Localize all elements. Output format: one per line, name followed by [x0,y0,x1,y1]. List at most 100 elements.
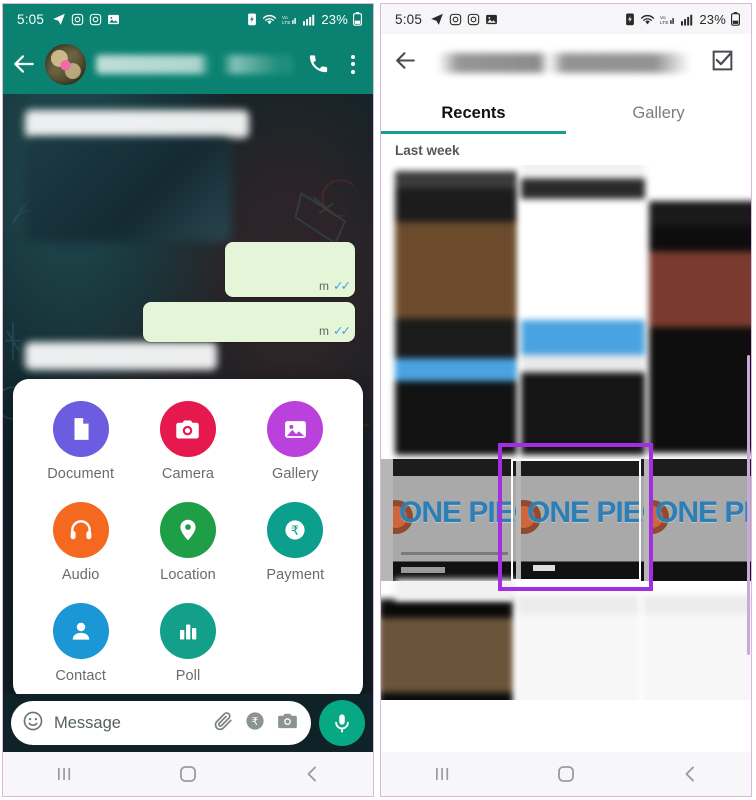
battery-icon [353,12,362,26]
gallery-row-one-piece: ONE PIECE ONE PIECE ONE PIECE [381,459,751,581]
chat-contact-name[interactable] [96,54,293,74]
photos-icon [485,13,498,26]
instagram-icon [71,13,84,26]
voice-record-button[interactable] [319,700,365,746]
svg-text:LTE: LTE [282,19,291,24]
camera-icon[interactable] [276,709,299,737]
gallery-icon[interactable] [267,401,324,457]
attachment-item-audio[interactable]: Audio [27,502,134,583]
instagram-icon [467,13,480,26]
telegram-icon [52,12,66,26]
attachment-label: Payment [266,567,325,583]
message-bubble[interactable]: m ✓✓ [143,302,355,342]
attachment-item-poll[interactable]: Poll [134,603,241,684]
battery-percent-label: 23% [699,11,726,27]
document-icon[interactable] [52,401,109,457]
gallery-thumbnail[interactable] [381,599,513,700]
redacted-message-block [25,110,249,138]
message-input-placeholder[interactable]: Message [54,714,202,733]
instagram-icon [449,13,462,26]
attachment-item-payment[interactable]: ₹ Payment [242,502,349,583]
recents-nav-icon[interactable] [432,764,452,784]
tab-active-indicator [381,131,566,134]
gallery-thumbnail[interactable]: ONE PIECE [393,459,516,581]
gallery-thumbnail[interactable] [521,165,645,455]
read-receipt-icon: ✓✓ [333,324,351,338]
left-status-bar: 5:05 Vo LTE 23% [3,4,373,34]
headphones-icon[interactable] [52,502,109,558]
person-icon[interactable] [52,603,109,659]
location-pin-icon[interactable] [159,502,216,558]
tab-gallery[interactable]: Gallery [566,92,751,134]
message-bubble[interactable]: m ✓✓ [225,242,355,297]
tab-recents[interactable]: Recents [381,92,566,134]
redacted-media-block [25,138,231,242]
status-bar-clock: 5:05 [395,11,423,27]
more-options-icon[interactable] [343,54,363,74]
gallery-thumbnail[interactable] [395,171,517,455]
telegram-icon [430,12,444,26]
status-bar-left: 5:05 [395,12,498,27]
emoji-icon[interactable] [22,710,44,737]
gallery-thumbnail[interactable] [395,579,515,601]
gallery-thumbnail[interactable] [517,595,639,700]
status-bar-left: 5:05 [17,12,120,27]
status-bar-clock: 5:05 [17,11,45,27]
redacted-message-block [25,342,217,370]
attachment-item-gallery[interactable]: Gallery [242,401,349,482]
back-nav-icon[interactable] [680,764,700,784]
status-bar-right: Vo LTE 23% [625,12,740,27]
one-piece-title: ONE PIECE [655,495,751,529]
attachment-item-document[interactable]: Document [27,401,134,482]
section-header-last-week: Last week [381,134,751,165]
gallery-header [381,34,751,92]
gallery-thumbnail[interactable] [649,201,751,453]
attachment-label: Camera [161,466,215,482]
video-controls[interactable] [533,565,555,571]
attachment-item-camera[interactable]: Camera [134,401,241,482]
gallery-thumbnail-selected[interactable]: ONE PIECE [521,459,644,581]
one-piece-title: ONE PIECE [527,495,644,529]
paperclip-icon[interactable] [212,710,234,737]
chat-message-area: m ✓✓ m ✓✓ 5:00 pm ✓✓ [3,94,373,708]
gallery-scrollbar[interactable] [747,355,750,655]
battery-percent-label: 23% [321,11,348,27]
chat-header [3,34,373,94]
read-receipt-icon: ✓✓ [333,279,351,293]
avatar[interactable] [45,43,86,85]
one-piece-title: ONE PIECE [399,495,516,529]
back-nav-icon[interactable] [302,764,322,784]
message-input-pill[interactable]: Message ₹ [11,701,311,745]
home-nav-icon[interactable] [177,763,199,785]
attachment-label: Poll [175,668,201,684]
camera-icon[interactable] [159,401,216,457]
svg-text:Vo: Vo [282,14,288,19]
right-android-nav-bar [381,752,751,796]
back-arrow-icon[interactable] [393,48,418,78]
attachment-item-location[interactable]: Location [134,502,241,583]
gallery-thumbnail[interactable]: ONE PIECE [649,459,751,581]
volte-icon: Vo LTE [660,13,676,26]
back-arrow-icon[interactable] [11,51,37,77]
attachment-item-contact[interactable]: Contact [27,603,134,684]
signal-icon [681,13,693,26]
recents-nav-icon[interactable] [54,764,74,784]
rupee-circle-icon[interactable]: ₹ [244,710,266,737]
gallery-thumbnail[interactable] [643,595,751,700]
wifi-icon [262,13,277,26]
gallery-tabs: Recents Gallery [381,92,751,134]
wifi-icon [640,13,655,26]
bar-chart-icon[interactable] [159,603,216,659]
screenshot-canvas: 5:05 Vo LTE 23% m ✓✓ m ✓✓ Document Camer… [0,0,756,800]
video-controls[interactable] [401,567,445,573]
call-icon[interactable] [307,52,331,76]
rupee-icon[interactable]: ₹ [267,502,324,558]
home-nav-icon[interactable] [555,763,577,785]
select-check-icon[interactable] [710,48,735,78]
signal-icon [303,13,315,26]
gallery-thumbnail-list[interactable]: ONE PIECE ONE PIECE ONE PIECE [381,165,751,700]
battery-icon [731,12,740,26]
video-progress-bar[interactable] [401,552,508,555]
attachment-label: Document [47,466,115,482]
battery-saver-icon [247,12,257,26]
